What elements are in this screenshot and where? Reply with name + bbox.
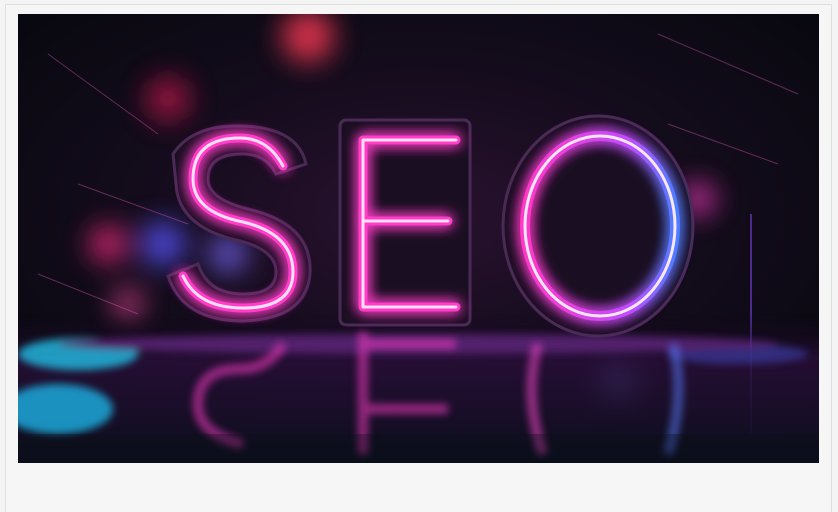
seo-neon-photo: [18, 14, 819, 463]
image-caption-area: [18, 463, 819, 512]
